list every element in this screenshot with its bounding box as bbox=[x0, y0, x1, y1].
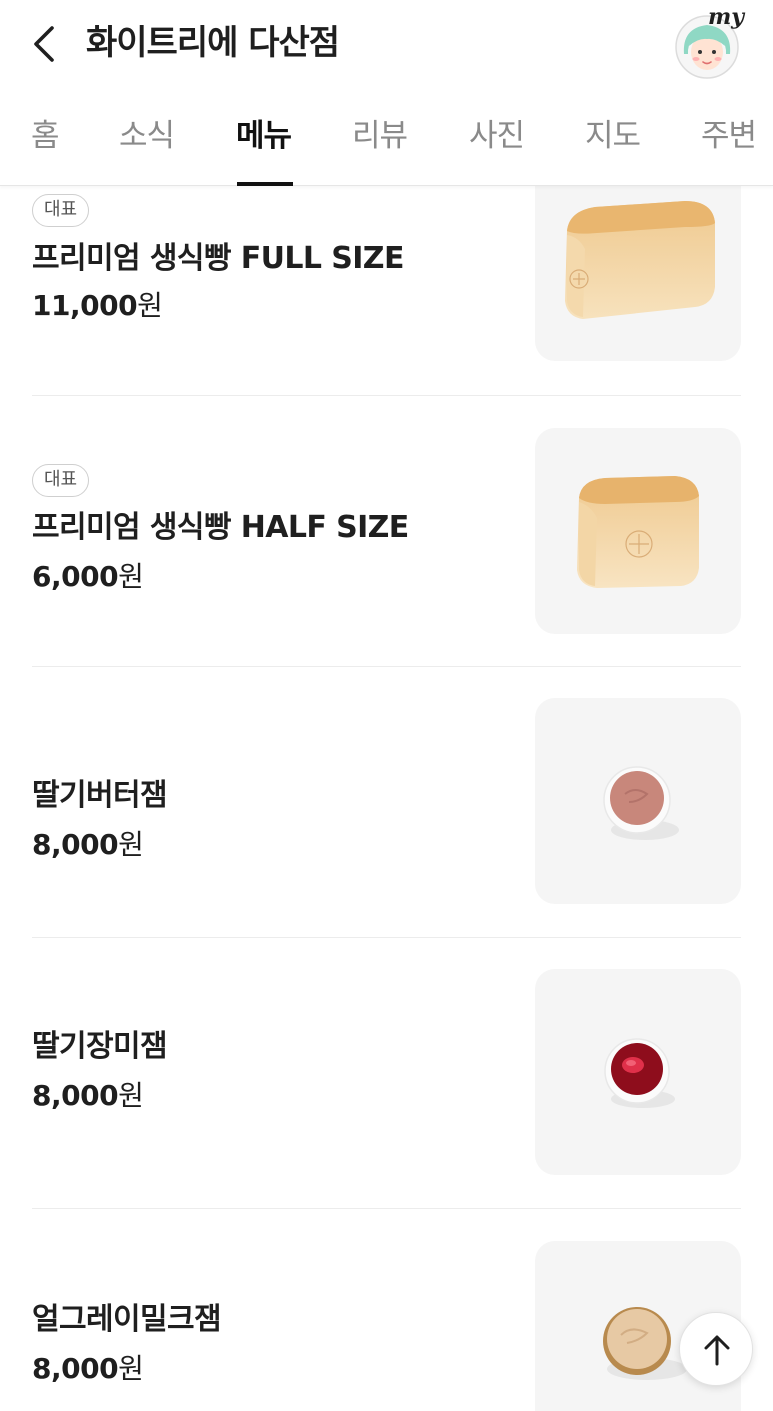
signature-badge: 대표 bbox=[32, 464, 89, 497]
price-unit: 원 bbox=[118, 560, 144, 593]
menu-item-name: 프리미엄 생식빵 HALF SIZE bbox=[32, 510, 409, 545]
signature-badge: 대표 bbox=[32, 194, 89, 227]
scroll-to-top-button[interactable] bbox=[679, 1312, 753, 1386]
menu-item-price: 8,000원 bbox=[32, 1350, 144, 1388]
price-value: 8,000 bbox=[32, 1352, 119, 1385]
menu-item[interactable]: 대표 프리미엄 생식빵 FULL SIZE 11,000원 bbox=[32, 186, 741, 396]
back-button[interactable] bbox=[26, 22, 66, 66]
price-unit: 원 bbox=[137, 289, 163, 322]
menu-item-name: 딸기버터잼 bbox=[32, 778, 168, 813]
menu-item-name: 딸기장미잼 bbox=[32, 1029, 168, 1064]
strawberry-butter-jam-image bbox=[603, 766, 679, 840]
price-unit: 원 bbox=[118, 828, 144, 861]
chevron-left-icon bbox=[34, 26, 54, 62]
menu-item[interactable]: 딸기장미잼 8,000원 bbox=[32, 937, 741, 1209]
tab-bar: 홈 소식 메뉴 리뷰 사진 지도 주변 bbox=[0, 90, 773, 186]
menu-item-image[interactable] bbox=[535, 969, 741, 1175]
price-unit: 원 bbox=[118, 1079, 144, 1112]
menu-item-image[interactable] bbox=[535, 428, 741, 634]
my-profile-button[interactable]: my bbox=[672, 4, 744, 80]
app-header: 화이트리에 다산점 my bbox=[0, 0, 773, 90]
price-value: 8,000 bbox=[32, 1079, 119, 1112]
price-value: 8,000 bbox=[32, 828, 119, 861]
menu-list: 대표 프리미엄 생식빵 FULL SIZE 11,000원 대표 프리미엄 생식… bbox=[0, 186, 773, 1411]
full-loaf-bread-image bbox=[565, 201, 715, 319]
menu-item-price: 6,000원 bbox=[32, 558, 144, 596]
menu-item[interactable]: 얼그레이밀크잼 8,000원 bbox=[32, 1208, 741, 1411]
price-value: 6,000 bbox=[32, 560, 119, 593]
menu-item-name: 얼그레이밀크잼 bbox=[32, 1302, 222, 1337]
tab-news[interactable]: 소식 bbox=[119, 114, 175, 158]
price-unit: 원 bbox=[118, 1352, 144, 1385]
half-loaf-bread-image bbox=[577, 476, 699, 588]
menu-item-price: 8,000원 bbox=[32, 1077, 144, 1115]
menu-item-name: 프리미엄 생식빵 FULL SIZE bbox=[32, 241, 404, 276]
menu-item[interactable]: 딸기버터잼 8,000원 bbox=[32, 666, 741, 938]
tab-menu[interactable]: 메뉴 bbox=[236, 114, 292, 158]
tab-review[interactable]: 리뷰 bbox=[352, 114, 408, 158]
avatar-label: my bbox=[708, 4, 745, 30]
menu-item-price: 11,000원 bbox=[32, 287, 163, 325]
strawberry-rose-jam-image bbox=[604, 1038, 675, 1108]
tab-nearby[interactable]: 주변 bbox=[701, 114, 757, 158]
tab-map[interactable]: 지도 bbox=[585, 114, 641, 158]
active-tab-indicator bbox=[237, 182, 293, 186]
tab-home[interactable]: 홈 bbox=[31, 114, 60, 158]
menu-item-price: 8,000원 bbox=[32, 826, 144, 864]
tab-photo[interactable]: 사진 bbox=[469, 114, 525, 158]
price-value: 11,000 bbox=[32, 289, 138, 322]
menu-item-image[interactable] bbox=[535, 186, 741, 361]
menu-item-image[interactable] bbox=[535, 698, 741, 904]
page-title: 화이트리에 다산점 bbox=[86, 23, 340, 63]
menu-item[interactable]: 대표 프리미엄 생식빵 HALF SIZE 6,000원 bbox=[32, 395, 741, 667]
arrow-up-icon bbox=[704, 1335, 730, 1366]
